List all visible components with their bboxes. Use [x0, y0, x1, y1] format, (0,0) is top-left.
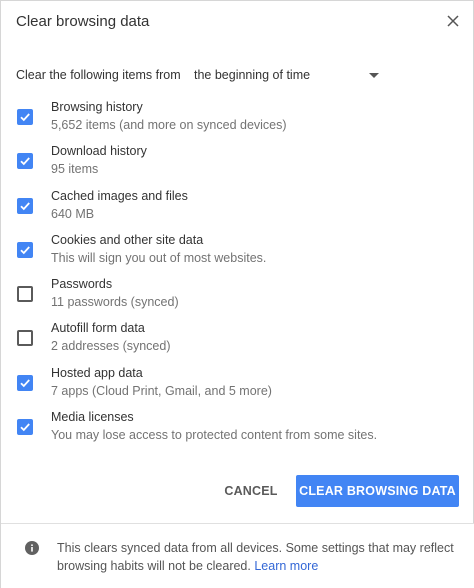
list-item[interactable]: Cached images and files 640 MB — [1, 184, 474, 228]
item-subtitle: You may lose access to protected content… — [51, 428, 378, 443]
checkbox-checked[interactable] — [17, 419, 33, 436]
checkbox-checked[interactable] — [17, 197, 33, 214]
checkbox-unchecked[interactable] — [17, 286, 33, 303]
check-icon — [20, 113, 30, 122]
time-range-value: the beginning of time — [194, 68, 311, 82]
cancel-button[interactable]: CANCEL — [216, 475, 286, 507]
check-icon — [20, 246, 30, 255]
list-item[interactable]: Cookies and other site data This will sig… — [1, 228, 474, 272]
item-title: Cookies and other site data — [51, 232, 204, 247]
close-icon[interactable] — [441, 9, 465, 33]
item-subtitle: 95 items — [51, 162, 99, 177]
sync-footer: This clears synced data from all devices… — [1, 524, 474, 588]
time-range-row: Clear the following items from the begin… — [16, 65, 381, 87]
checkbox-unchecked[interactable] — [17, 330, 33, 347]
item-title: Media licenses — [51, 410, 134, 425]
list-item[interactable]: Passwords 11 passwords (synced) — [1, 272, 474, 316]
check-icon — [20, 201, 30, 210]
checkbox-checked[interactable] — [17, 153, 33, 170]
check-icon — [20, 423, 30, 432]
item-subtitle: 7 apps (Cloud Print, Gmail, and 5 more) — [51, 383, 272, 398]
item-title: Browsing history — [51, 100, 143, 114]
info-icon — [25, 541, 39, 555]
clear-browsing-data-dialog: Clear browsing data Clear the following … — [0, 0, 474, 588]
learn-more-link[interactable]: Learn more — [254, 559, 318, 573]
data-type-list: Browsing history 5,652 items (and more on… — [1, 95, 474, 449]
time-range-dropdown[interactable]: the beginning of time — [194, 65, 379, 87]
item-title: Cached images and files — [51, 188, 188, 203]
list-item[interactable]: Download history 95 items — [1, 139, 474, 183]
check-icon — [20, 379, 30, 388]
item-subtitle: This will sign you out of most websites. — [51, 250, 267, 265]
list-item[interactable]: Media licenses You may lose access to pro… — [1, 405, 474, 449]
item-subtitle: 2 addresses (synced) — [51, 339, 171, 354]
item-subtitle: 11 passwords (synced) — [51, 295, 179, 310]
item-title: Passwords — [51, 277, 113, 292]
list-item[interactable]: Hosted app data 7 apps (Cloud Print, Gmai… — [1, 361, 474, 405]
dialog-title: Clear browsing data — [16, 13, 150, 30]
item-subtitle: 5,652 items (and more on synced devices) — [51, 118, 287, 132]
list-item[interactable]: Browsing history 5,652 items (and more on… — [1, 95, 474, 139]
list-item[interactable]: Autofill form data 2 addresses (synced) — [1, 316, 474, 360]
checkbox-checked[interactable] — [17, 109, 33, 125]
item-title: Autofill form data — [51, 321, 145, 336]
chevron-down-icon — [369, 73, 379, 78]
checkbox-checked[interactable] — [17, 374, 33, 391]
item-title: Hosted app data — [51, 365, 143, 380]
item-subtitle: 640 MB — [51, 206, 95, 221]
time-range-label: Clear the following items from — [16, 68, 181, 82]
clear-browsing-data-button[interactable]: CLEAR BROWSING DATA — [296, 475, 459, 507]
footer-text: This clears synced data from all devices… — [57, 539, 462, 575]
item-title: Download history — [51, 144, 147, 159]
checkbox-checked[interactable] — [17, 241, 33, 258]
check-icon — [20, 157, 30, 166]
